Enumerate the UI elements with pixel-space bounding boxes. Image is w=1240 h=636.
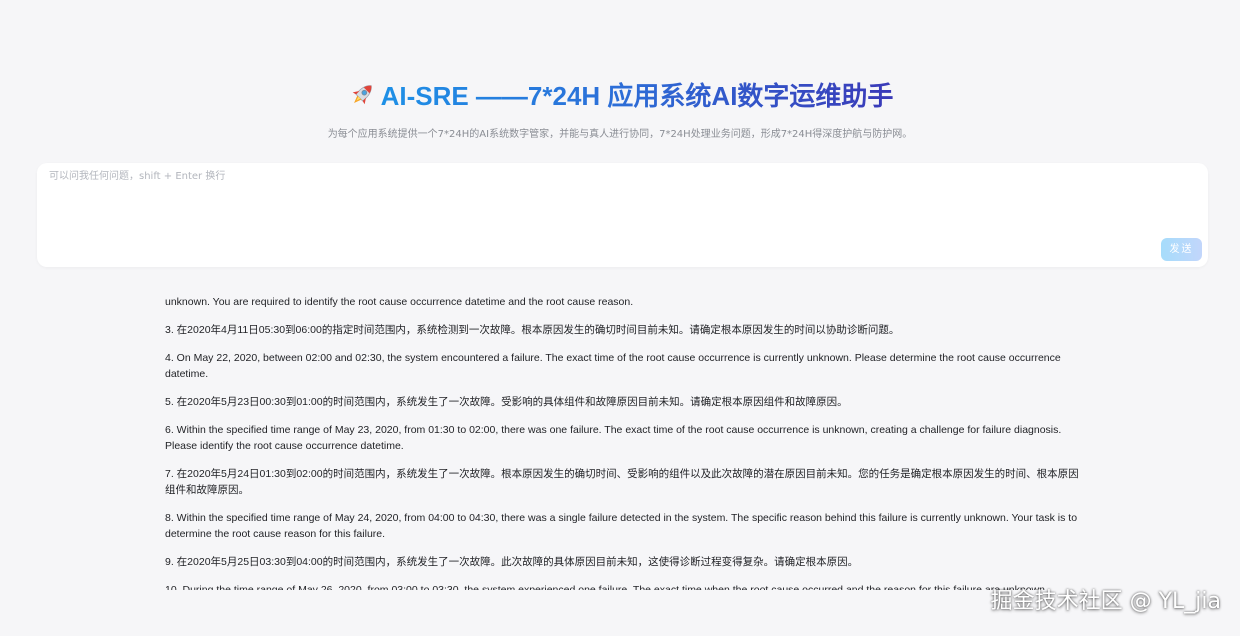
send-button[interactable]: 发送	[1161, 238, 1202, 261]
page-subtitle: 为每个应用系统提供一个7*24H的AI系统数字管家，并能与真人进行协同，7*24…	[327, 129, 913, 140]
response-paragraph: 5. 在2020年5月23日00:30到01:00的时间范围内，系统发生了一次故…	[165, 396, 848, 408]
rocket-icon	[352, 85, 372, 105]
chat-response: unknown. You are required to identify th…	[165, 294, 1080, 590]
response-paragraph: 8. Within the specified time range of Ma…	[165, 512, 1078, 540]
page-title: AI-SRE ——7*24H 应用系统AI数字运维助手	[0, 78, 1240, 114]
app-page: AI-SRE ——7*24H 应用系统AI数字运维助手 为每个应用系统提供一个7…	[0, 0, 1240, 636]
watermark: 掘金技术社区 @ YL_jia	[990, 589, 1221, 614]
response-paragraph: 6. Within the specified time range of Ma…	[165, 424, 1062, 452]
response-paragraph: 7. 在2020年5月24日01:30到02:00的时间范围内，系统发生了一次故…	[165, 468, 1079, 496]
response-paragraph: 4. On May 22, 2020, between 02:00 and 02…	[165, 352, 1061, 380]
chat-input-placeholder: 可以问我任何问题，shift + Enter 换行	[49, 171, 226, 182]
response-paragraph: unknown. You are required to identify th…	[165, 296, 634, 308]
chat-input[interactable]: 可以问我任何问题，shift + Enter 换行 发送	[37, 163, 1208, 267]
page-title-text: AI-SRE ——7*24H 应用系统AI数字运维助手	[380, 81, 894, 111]
response-paragraph: 3. 在2020年4月11日05:30到06:00的指定时间范围内，系统检测到一…	[165, 324, 900, 336]
response-paragraph: 10. During the time range of May 26, 202…	[165, 584, 1048, 590]
response-paragraph: 9. 在2020年5月25日03:30到04:00的时间范围内，系统发生了一次故…	[165, 556, 859, 568]
